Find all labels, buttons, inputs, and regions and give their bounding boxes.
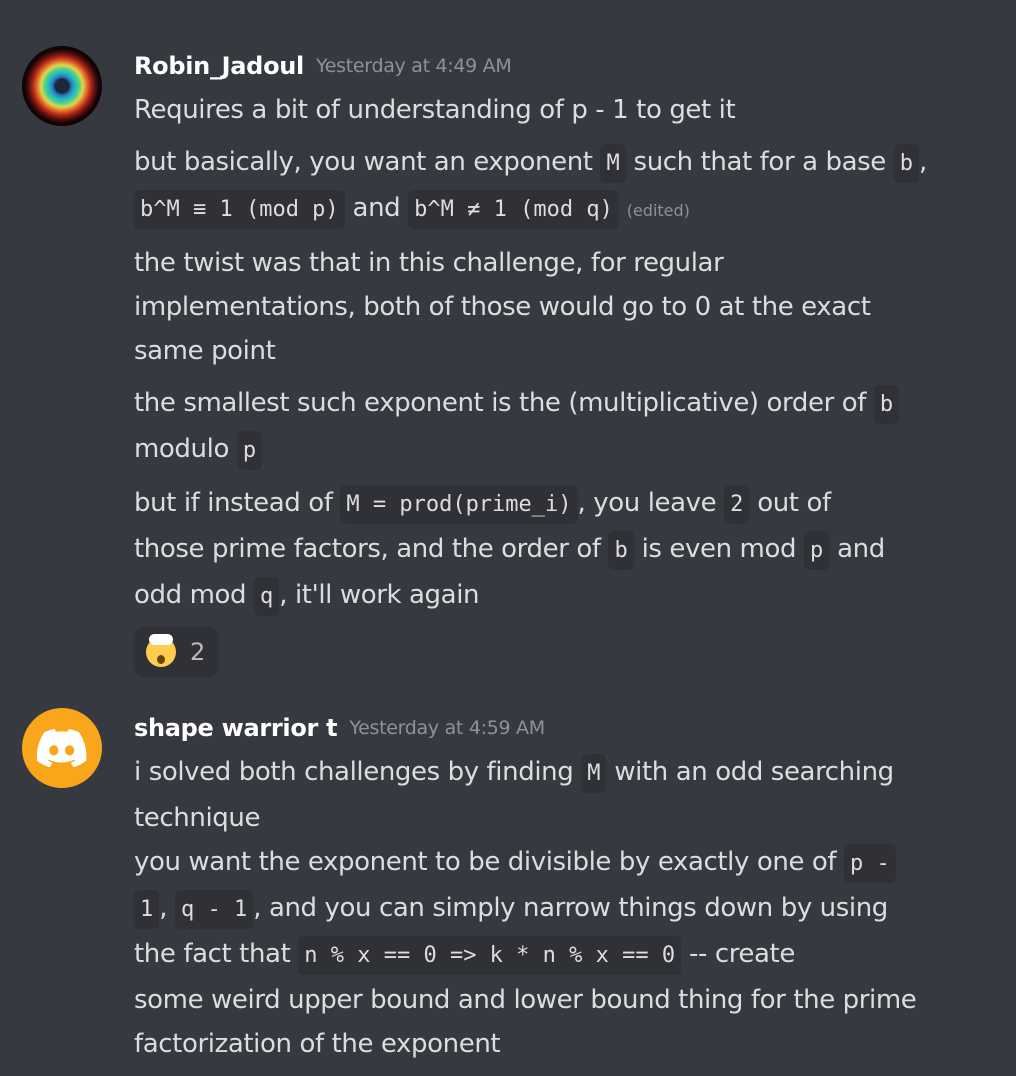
text: out of xyxy=(749,488,831,518)
text: technique xyxy=(134,803,261,833)
message-line: the smallest such exponent is the (multi… xyxy=(134,381,964,427)
message-line: i solved both challenges by finding M wi… xyxy=(134,750,964,796)
text: implementations, both of those would go … xyxy=(134,292,871,322)
text: some weird upper bound and lower bound t… xyxy=(134,985,917,1015)
message-line: the fact that n % x == 0 => k * n % x ==… xyxy=(134,932,964,978)
inline-code: p xyxy=(236,431,263,470)
edited-label: (edited) xyxy=(626,201,690,220)
message-line: some weird upper bound and lower bound t… xyxy=(134,978,964,1022)
message-line: b^M ≡ 1 (mod p) and b^M ≠ 1 (mod q) (edi… xyxy=(134,186,964,233)
inline-code: q - 1 xyxy=(174,890,254,929)
message-line: but if instead of M = prod(prime_i), you… xyxy=(134,481,964,527)
text: the smallest such exponent is the (multi… xyxy=(134,388,874,418)
inline-code: b^M ≡ 1 (mod p) xyxy=(134,190,345,229)
message-line: factorization of the exponent xyxy=(134,1022,964,1066)
inline-code: 2 xyxy=(724,485,750,524)
inline-code: b xyxy=(608,531,634,570)
message-line: but basically, you want an exponent M su… xyxy=(134,140,964,186)
username[interactable]: shape warrior t xyxy=(134,714,338,742)
text: odd mod xyxy=(134,580,254,610)
inline-code: n % x == 0 => k * n % x == 0 xyxy=(298,936,682,975)
inline-code: M xyxy=(581,754,607,793)
message-line: 1, q - 1, and you can simply narrow thin… xyxy=(134,886,964,932)
text: and xyxy=(829,534,885,564)
message-header: Robin_Jadoul Yesterday at 4:49 AM xyxy=(134,44,964,88)
text: , xyxy=(918,147,927,177)
inline-code: b xyxy=(893,144,919,183)
text: , you leave xyxy=(577,488,725,518)
inline-code: q xyxy=(253,577,280,616)
text: , xyxy=(159,893,175,923)
text: the twist was that in this challenge, fo… xyxy=(134,248,724,278)
text: such that for a base xyxy=(625,147,894,177)
username[interactable]: Robin_Jadoul xyxy=(134,52,304,80)
user-avatar[interactable] xyxy=(22,46,102,126)
message-line: modulo p xyxy=(134,427,964,473)
text: but if instead of xyxy=(134,488,341,518)
text: -- create xyxy=(681,939,795,969)
text: those prime factors, and the order of xyxy=(134,534,609,564)
message-line: same point xyxy=(134,329,964,373)
text: you want the exponent to be divisible by… xyxy=(134,847,845,877)
text: , it'll work again xyxy=(279,580,480,610)
timestamp[interactable]: Yesterday at 4:49 AM xyxy=(316,55,512,77)
message-line: implementations, both of those would go … xyxy=(134,285,964,329)
inline-code: p - xyxy=(844,844,896,883)
inline-code: M = prod(prime_i) xyxy=(340,485,578,524)
message-line: you want the exponent to be divisible by… xyxy=(134,840,964,886)
text: i solved both challenges by finding xyxy=(134,757,582,787)
reaction-button[interactable]: 2 xyxy=(134,627,220,677)
message-line: Requires a bit of understanding of p - 1… xyxy=(134,88,964,132)
text: , and you can simply narrow things down … xyxy=(253,893,888,923)
message-line: those prime factors, and the order of b … xyxy=(134,527,964,573)
message-content: Robin_Jadoul Yesterday at 4:49 AM Requir… xyxy=(134,44,964,677)
inline-code: M xyxy=(600,144,626,183)
message-line: the twist was that in this challenge, fo… xyxy=(134,241,964,285)
user-avatar[interactable] xyxy=(22,708,102,788)
reaction-count: 2 xyxy=(190,638,206,666)
text: factorization of the exponent xyxy=(134,1029,501,1059)
message-content: shape warrior t Yesterday at 4:59 AM i s… xyxy=(134,706,964,1066)
inline-code: p xyxy=(803,531,830,570)
text: and xyxy=(344,193,409,223)
message-line: technique xyxy=(134,796,964,840)
exploding-head-icon xyxy=(146,634,176,667)
timestamp[interactable]: Yesterday at 4:59 AM xyxy=(349,717,545,739)
text: is even mod xyxy=(633,534,804,564)
message-line: odd mod q, it'll work again xyxy=(134,573,964,619)
text: the fact that xyxy=(134,939,299,969)
inline-code: b xyxy=(873,385,900,424)
text: modulo xyxy=(134,434,237,464)
message-header: shape warrior t Yesterday at 4:59 AM xyxy=(134,706,964,750)
discord-logo-icon xyxy=(37,729,87,767)
text: but basically, you want an exponent xyxy=(134,147,601,177)
text: with an odd searching xyxy=(606,757,894,787)
inline-code: b^M ≠ 1 (mod q) xyxy=(408,190,619,229)
text: same point xyxy=(134,336,276,366)
text: Requires a bit of understanding of p - 1… xyxy=(134,95,736,125)
inline-code: 1 xyxy=(134,890,160,929)
